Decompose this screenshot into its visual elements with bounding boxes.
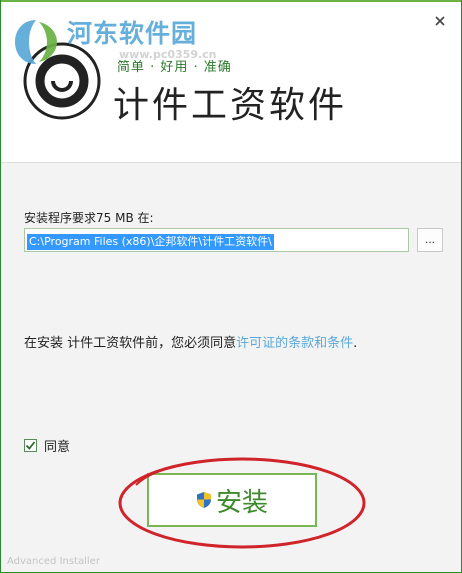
installer-window: 河东软件园 www.pc0359.cn 简单 · 好用 · 准确 计件工资软件 …	[0, 0, 462, 573]
license-prefix: 在安装 计件工资软件前，您必须同意	[24, 336, 237, 351]
install-path-value: C:\Program Files (x86)\企邦软件\计件工资软件\	[27, 234, 274, 250]
app-tagline: 简单 · 好用 · 准确	[117, 60, 232, 75]
close-button[interactable]	[429, 10, 451, 32]
install-button-label: 安装	[215, 487, 268, 518]
license-suffix: .	[353, 336, 358, 351]
app-logo-icon	[23, 42, 101, 120]
install-size-label: 安装程序要求75 MB 在:	[24, 211, 154, 225]
install-path-field[interactable]: C:\Program Files (x86)\企邦软件\计件工资软件\	[24, 228, 409, 252]
agree-checkbox-row[interactable]: 同意	[24, 436, 70, 455]
checkmark-icon	[25, 441, 36, 450]
license-terms-link[interactable]: 许可证的条款和条件	[236, 336, 353, 351]
agree-label: 同意	[44, 440, 71, 455]
agree-checkbox[interactable]	[24, 439, 37, 452]
installer-footer: Advanced Installer	[7, 556, 100, 567]
install-button[interactable]: 安装	[147, 473, 317, 527]
header-banner: 河东软件园 www.pc0359.cn 简单 · 好用 · 准确 计件工资软件	[1, 0, 461, 163]
browse-button[interactable]: ...	[417, 228, 443, 252]
close-icon	[435, 16, 445, 26]
license-notice: 在安装 计件工资软件前，您必须同意许可证的条款和条件.	[24, 332, 357, 351]
title-accent-strip	[1, 0, 461, 2]
app-title: 计件工资软件	[113, 85, 348, 126]
shield-icon	[196, 492, 211, 508]
